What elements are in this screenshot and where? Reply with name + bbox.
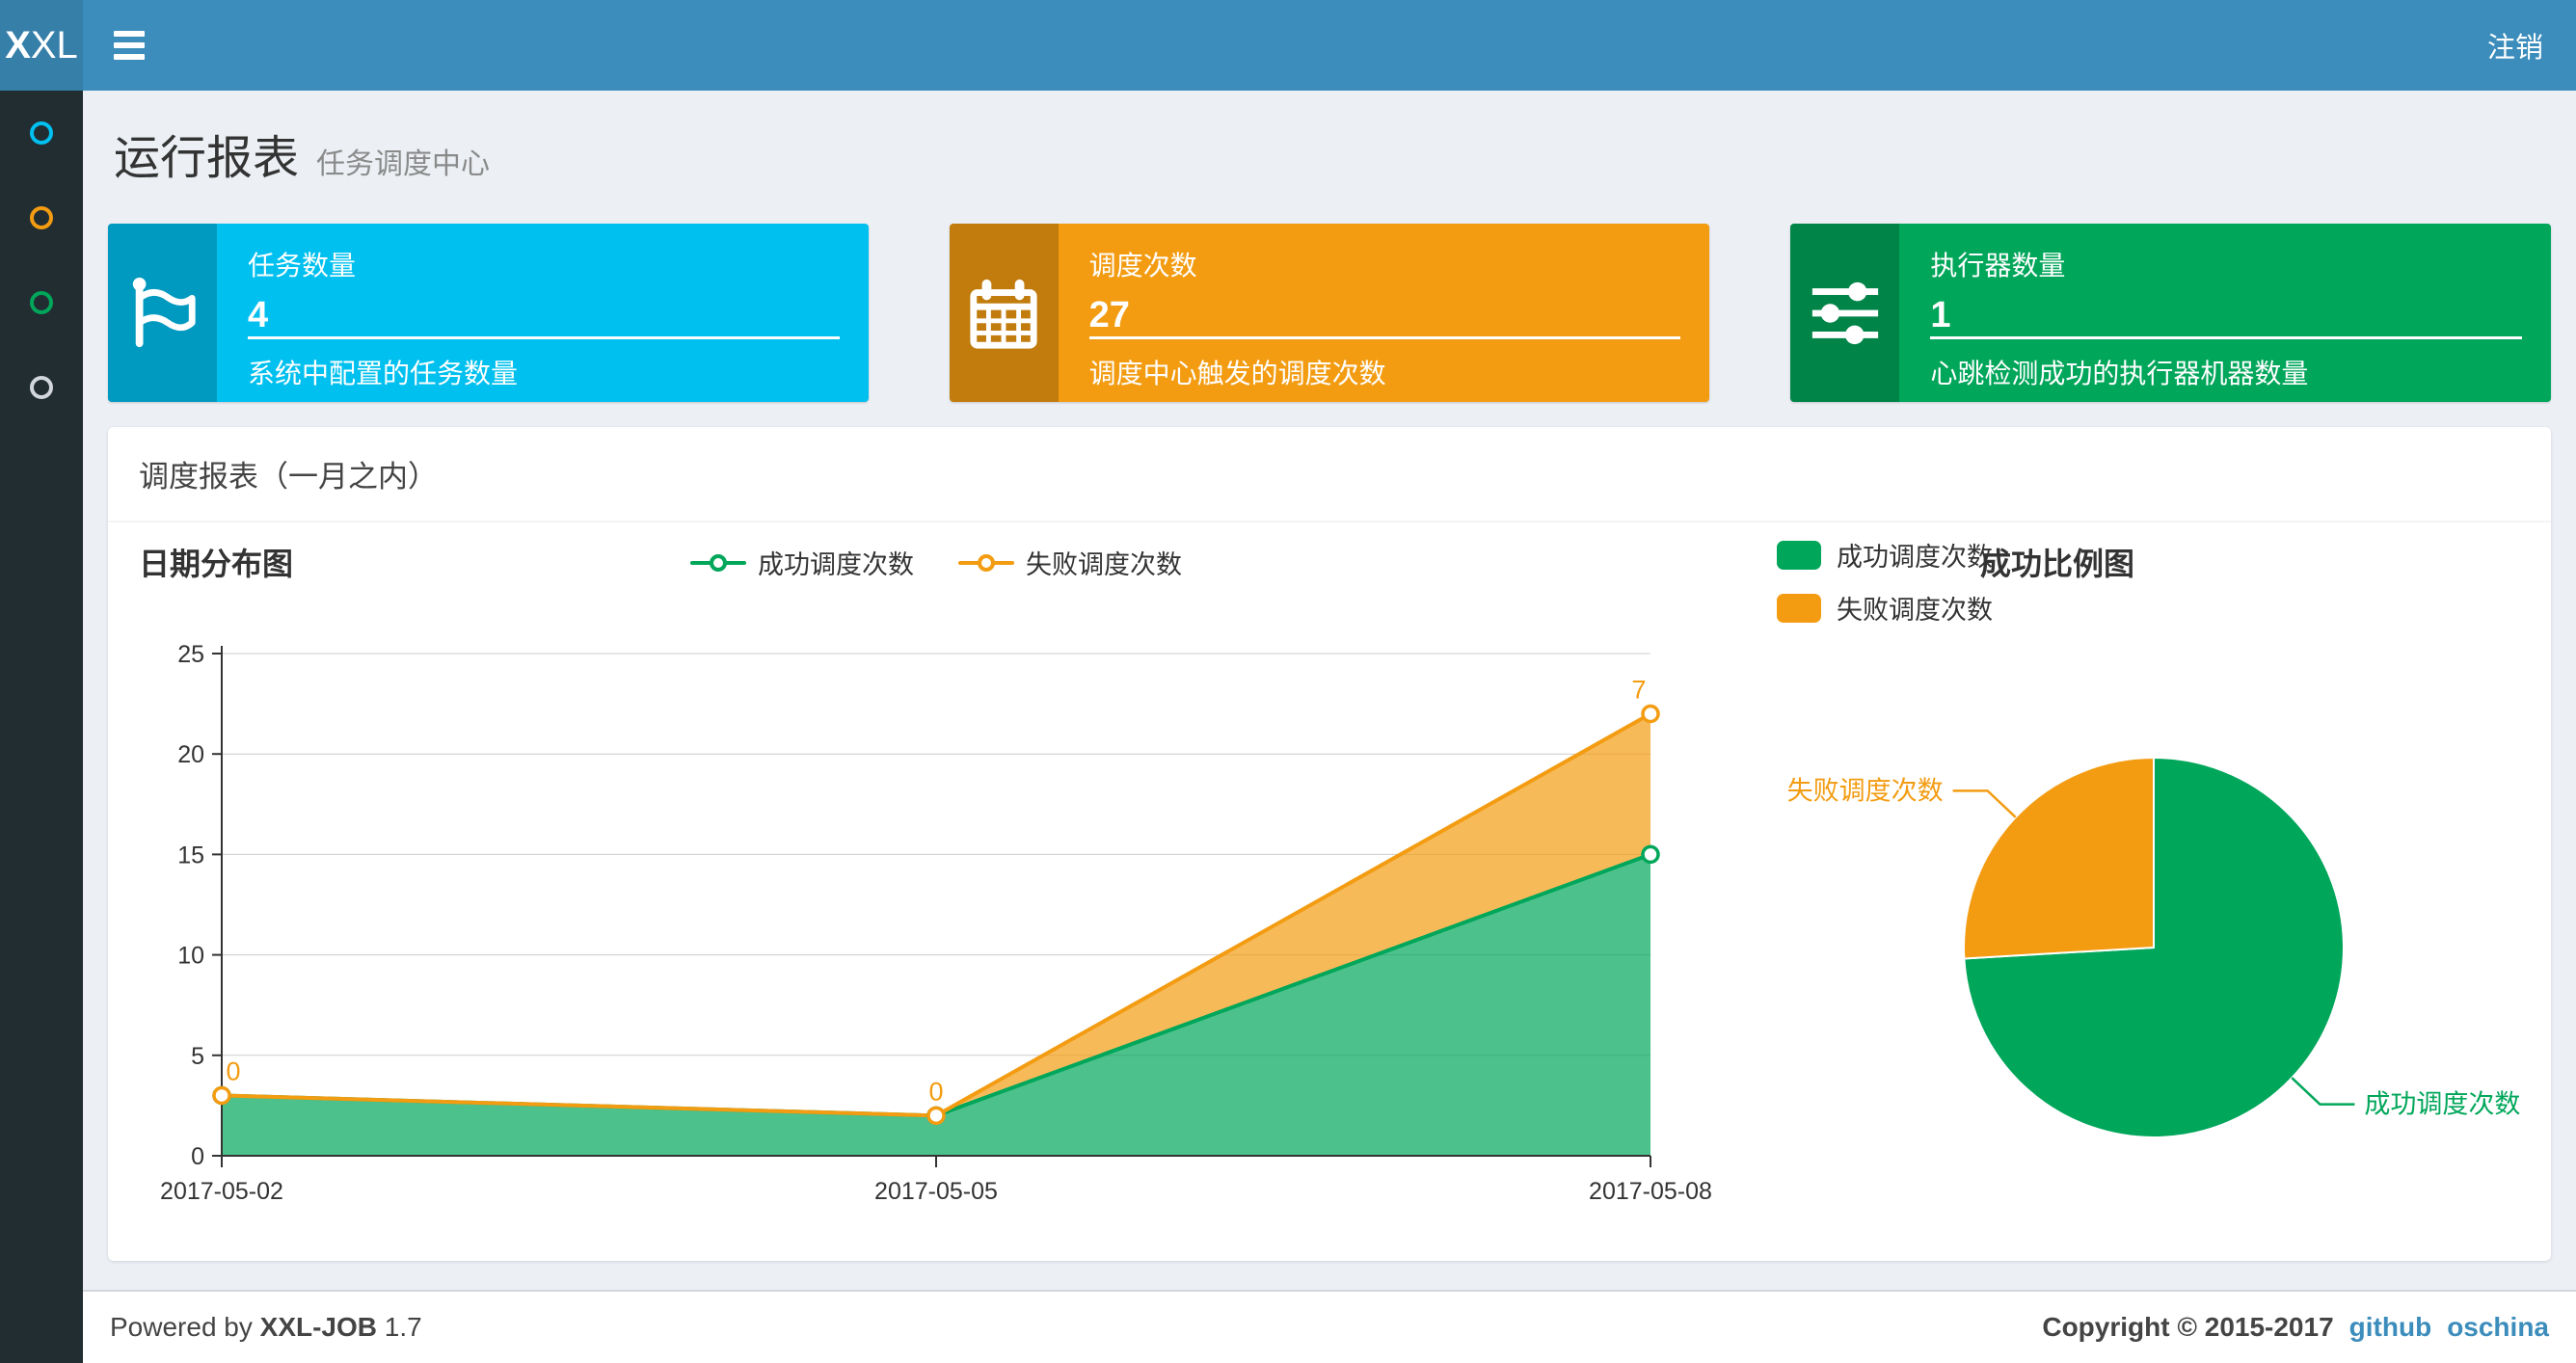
stat-card-description: 调度中心触发的调度次数 <box>1088 359 1386 388</box>
logo-rest-text: XL <box>30 23 78 67</box>
pie-legend-item-success[interactable]: 成功调度次数 <box>1777 536 1993 574</box>
sidebar-item-job-manage[interactable] <box>0 175 83 260</box>
stat-card-description: 心跳检测成功的执行器机器数量 <box>1930 359 2309 388</box>
y-tick-label: 5 <box>191 1043 204 1070</box>
line-chart: 05101520252017-05-02 2017-05-05 2017-05-08… <box>160 641 1712 1205</box>
stat-card-body: 调度次数 27 调度中心触发的调度次数 <box>1059 224 1710 402</box>
circle-o-icon <box>30 291 53 314</box>
legend-label: 失败调度次数 <box>1837 596 1993 625</box>
legend-label: 成功调度次数 <box>758 550 914 579</box>
brand-name: XXL-JOB <box>259 1312 378 1342</box>
point-marker-series-0 <box>1641 844 1660 865</box>
github-link[interactable]: github <box>2349 1312 2432 1343</box>
legend-label: 成功调度次数 <box>1837 543 1993 572</box>
main-content: 运行报表 任务调度中心 任务数量 4 系统中配置的任务数量 调度次数 27 调度… <box>83 91 2576 1261</box>
stat-card-label: 调度次数 <box>1088 251 1197 281</box>
point-label: 0 <box>928 1077 943 1106</box>
point-label: 7 <box>1631 676 1646 705</box>
point-label: 0 <box>226 1056 240 1085</box>
point-marker-series-1 <box>926 1106 946 1126</box>
oschina-link[interactable]: oschina <box>2447 1312 2549 1343</box>
stat-cards-row: 任务数量 4 系统中配置的任务数量 调度次数 27 调度中心触发的调度次数 执行… <box>108 224 2551 402</box>
pie-slice-1 <box>1962 756 2155 960</box>
point-marker-series-1 <box>212 1085 231 1106</box>
legend-circle-marker <box>710 553 727 572</box>
stat-card-body: 任务数量 4 系统中配置的任务数量 <box>217 224 869 402</box>
logo-bold-text: X <box>5 23 31 67</box>
legend-item-fail[interactable]: 失败调度次数 <box>958 544 1182 581</box>
sidebar-toggle-icon[interactable] <box>104 21 154 69</box>
y-tick-label: 10 <box>177 943 204 970</box>
page-subtitle: 任务调度中心 <box>316 148 491 180</box>
stat-card-label: 执行器数量 <box>1930 251 2066 281</box>
page-title: 运行报表 <box>114 133 300 184</box>
sidebar-item-dashboard[interactable] <box>0 91 83 175</box>
y-tick-label: 25 <box>177 641 204 668</box>
stat-card-value: 27 <box>1088 295 1130 335</box>
sliders-icon <box>1790 224 1900 402</box>
y-tick-label: 0 <box>191 1143 204 1170</box>
sidebar-item-executor-manage[interactable] <box>0 345 83 430</box>
circle-o-icon <box>30 376 53 399</box>
pie-label-line <box>1952 789 2017 818</box>
x-tick-label: 2017-05-02 <box>160 1178 283 1205</box>
pie-chart-title: 成功比例图 <box>1979 547 2135 581</box>
circle-o-icon <box>30 206 53 229</box>
pie-label-line <box>2291 1077 2355 1106</box>
legend-swatch <box>1777 540 1821 570</box>
sidebar-item-job-log[interactable] <box>0 260 83 345</box>
footer-right: Copyright © 2015-2017 github oschina <box>2042 1312 2549 1343</box>
circle-o-icon <box>30 121 53 145</box>
legend-item-success[interactable]: 成功调度次数 <box>690 544 914 581</box>
panel-title: 调度报表（一月之内） <box>108 427 2551 522</box>
legend-swatch <box>1777 593 1821 623</box>
stat-card-job-count: 任务数量 4 系统中配置的任务数量 <box>108 224 869 402</box>
sidebar <box>0 91 83 1363</box>
page-footer: Powered by XXL-JOB 1.7 Copyright © 2015-… <box>83 1290 2576 1363</box>
pie-slice-label: 失败调度次数 <box>1787 776 1944 805</box>
page-header: 运行报表 任务调度中心 <box>108 91 2551 224</box>
pie-legend-item-fail[interactable]: 失败调度次数 <box>1777 589 1993 627</box>
pie-chart-legend: 成功调度次数 失败调度次数 <box>1777 536 1993 642</box>
line-chart-title: 日期分布图 <box>139 547 294 581</box>
brand-version: 1.7 <box>384 1312 422 1342</box>
stat-card-description: 系统中配置的任务数量 <box>248 359 519 388</box>
schedule-report-panel: 调度报表（一月之内） 0 5 10 15 20 25 2017-05-02 2017-05-0… <box>108 427 2551 1261</box>
x-tick-label: 2017-05-05 <box>874 1178 998 1205</box>
copyright-text: Copyright © 2015-2017 <box>2042 1312 2334 1342</box>
pie-chart: 成功调度次数 失败调度次数 <box>1787 756 2520 1138</box>
y-tick-label: 15 <box>177 842 204 869</box>
x-tick-label: 2017-05-08 <box>1589 1178 1712 1205</box>
stat-card-executor-count: 执行器数量 1 心跳检测成功的执行器机器数量 <box>1790 224 2551 402</box>
legend-label: 失败调度次数 <box>1026 550 1182 579</box>
top-navbar: X XL 注销 <box>0 0 2576 91</box>
powered-by-text: Powered by XXL-JOB 1.7 <box>110 1312 422 1342</box>
stat-card-trigger-count: 调度次数 27 调度中心触发的调度次数 <box>949 224 1710 402</box>
stat-card-label: 任务数量 <box>248 251 357 281</box>
charts-canvas: 05101520252017-05-02 2017-05-05 2017-05-08… <box>160 641 2520 1205</box>
legend-line-marker <box>958 553 1014 572</box>
legend-line-marker <box>690 553 746 572</box>
calendar-icon <box>949 224 1059 402</box>
app-logo[interactable]: X XL <box>0 0 83 91</box>
point-marker-series-1 <box>1641 704 1660 724</box>
stat-card-value: 4 <box>248 295 269 335</box>
line-chart-legend: 成功调度次数 失败调度次数 <box>690 544 1182 581</box>
pie-slice-label: 成功调度次数 <box>2364 1090 2520 1119</box>
stat-card-value: 1 <box>1930 295 1951 335</box>
legend-circle-marker <box>978 553 995 572</box>
stat-card-body: 执行器数量 1 心跳检测成功的执行器机器数量 <box>1899 224 2551 402</box>
logout-link[interactable]: 注销 <box>2455 0 2576 91</box>
y-tick-label: 20 <box>177 741 204 768</box>
flag-icon <box>108 224 217 402</box>
panel-body: 0 5 10 15 20 25 2017-05-02 2017-05-05 2017-05-08… <box>108 522 2551 1261</box>
xxl-job-dashboard: X XL 注销 运行报表 任务调度中心 任务数量 4 系统中配置的任务数量 调度… <box>0 0 2576 1363</box>
